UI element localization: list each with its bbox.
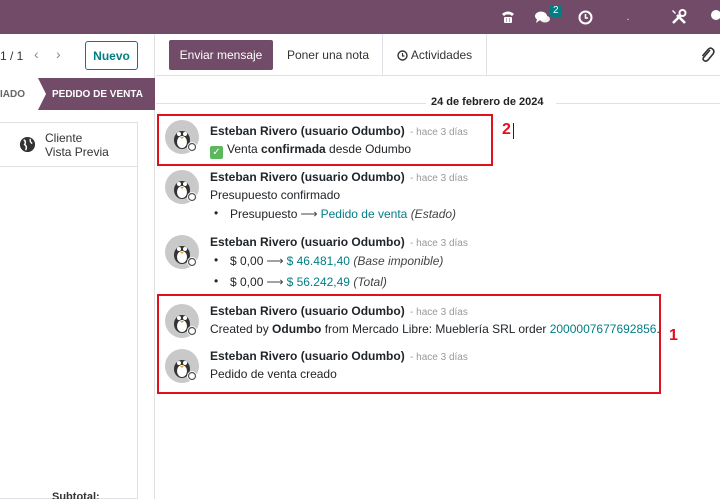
chat-icon[interactable] (533, 7, 551, 27)
message-body: Presupuesto confirmado (210, 188, 341, 202)
text-cursor (513, 123, 514, 139)
tools-icon[interactable] (669, 7, 689, 27)
log-note-button[interactable]: Poner una nota (274, 40, 382, 70)
tracking-value: Presupuesto⟶Pedido de venta (Estado) (214, 206, 456, 221)
chevron-left-icon[interactable]: ‹ (34, 46, 39, 62)
highlight-box-2 (157, 114, 493, 166)
status-active-label: PEDIDO DE VENTA (52, 88, 143, 100)
chatter-panel: Enviar mensaje Poner una nota Actividade… (156, 34, 720, 499)
message-date: - hace 3 días (410, 238, 468, 249)
clock-icon[interactable] (576, 7, 594, 27)
highlight-number-2: 2 (502, 121, 511, 138)
avatar (165, 235, 199, 269)
form-sheet: Cliente Vista Previa (0, 122, 138, 499)
pager-value[interactable]: 1 / 1 (0, 49, 23, 63)
message-author: Esteban Rivero (usuario Odumbo) - hace 3… (210, 170, 468, 184)
subtotal-label: Subtotal: (52, 491, 100, 499)
message-date: - hace 3 días (410, 173, 468, 184)
customer-label: Cliente (45, 131, 83, 145)
message-item: Esteban Rivero (usuario Odumbo) - hace 3… (156, 170, 720, 226)
customer-preview-button[interactable]: Cliente Vista Previa (0, 123, 138, 167)
highlight-box-1 (157, 294, 661, 394)
highlight-number-1: 1 (669, 327, 678, 344)
chatter-toolbar: Enviar mensaje Poner una nota Actividade… (156, 34, 720, 76)
chat-badge: 2 (550, 5, 562, 17)
message-author: Esteban Rivero (usuario Odumbo) - hace 3… (210, 235, 468, 249)
globe-icon (19, 136, 36, 153)
user-avatar-icon[interactable] (706, 7, 720, 27)
date-separator: 24 de febrero de 2024 (156, 96, 720, 110)
new-button[interactable]: Nuevo (85, 41, 138, 70)
chevron-right-icon[interactable]: › (56, 46, 61, 62)
dot-separator: . (626, 11, 630, 23)
status-bar: IADO PEDIDO DE VENTA (0, 78, 155, 110)
customer-sub: Vista Previa (45, 145, 109, 159)
clock-icon (397, 49, 408, 61)
status-previous[interactable]: IADO (0, 78, 40, 110)
message-item: Esteban Rivero (usuario Odumbo) - hace 3… (156, 235, 720, 295)
tracking-value: $ 0,00⟶$ 56.242,49 (Total) (214, 274, 387, 289)
form-pane: 1 / 1 ‹ › Nuevo IADO PEDIDO DE VENTA Cli… (0, 34, 155, 499)
paperclip-icon[interactable] (699, 46, 715, 64)
phone-icon[interactable] (499, 7, 517, 27)
send-message-button[interactable]: Enviar mensaje (169, 40, 273, 70)
date-separator-label: 24 de febrero de 2024 (431, 96, 544, 108)
activities-label: Actividades (410, 48, 473, 62)
top-navbar: 2 . (0, 0, 720, 34)
tracking-value: $ 0,00⟶$ 46.481,40 (Base imponible) (214, 253, 443, 268)
status-active[interactable]: PEDIDO DE VENTA (38, 78, 155, 110)
activities-button[interactable]: Actividades (382, 34, 487, 76)
avatar (165, 170, 199, 204)
